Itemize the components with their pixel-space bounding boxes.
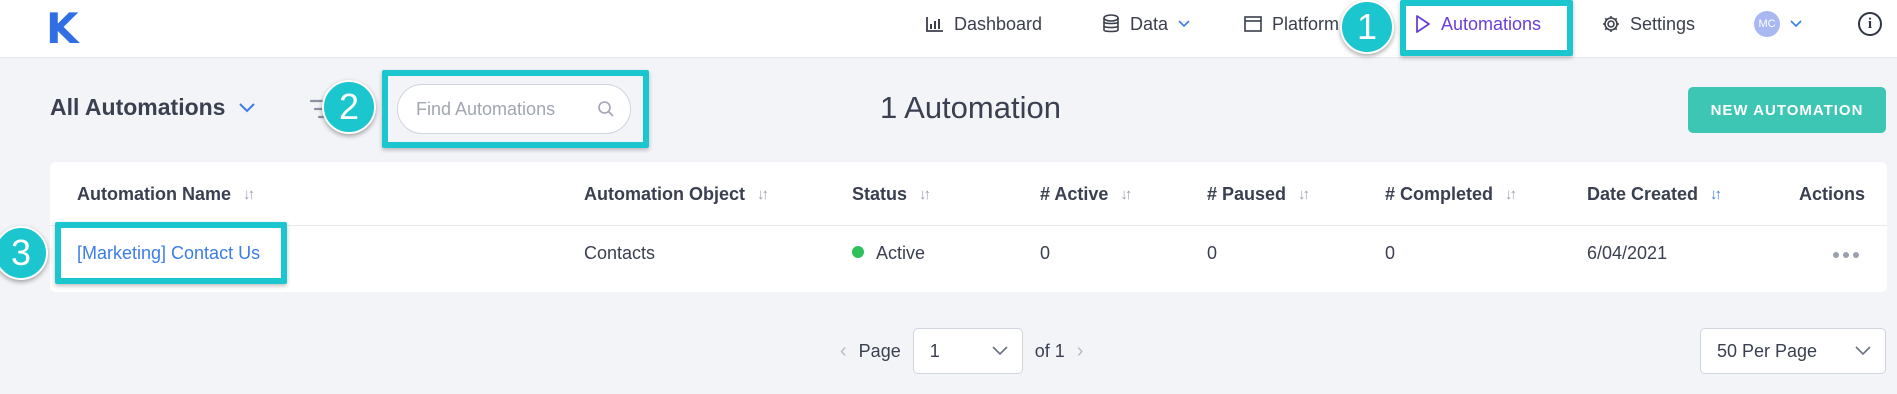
cell-active-count: 0 (1040, 243, 1051, 263)
app-logo[interactable]: K (46, 4, 79, 53)
chevron-left-icon[interactable]: ‹ (840, 340, 847, 363)
nav-item-data[interactable]: Data (1102, 12, 1190, 36)
highlight-box-automations (1400, 0, 1573, 56)
annotation-badge-3: 3 (0, 226, 48, 280)
chevron-down-icon (1178, 20, 1190, 28)
view-selector-label: All Automations (50, 94, 226, 120)
window-icon (1244, 16, 1262, 32)
highlight-box-automation-name (55, 222, 287, 284)
database-icon (1103, 14, 1119, 33)
chevron-down-icon (992, 346, 1008, 356)
cell-completed-count: 0 (1385, 243, 1396, 263)
nav-label-dashboard: Dashboard (954, 13, 1043, 34)
nav-label-platform: Platform (1272, 13, 1340, 34)
user-menu[interactable]: MC (1754, 11, 1802, 37)
more-actions-icon[interactable] (1833, 252, 1859, 258)
sort-icon: ↓↑ (919, 186, 931, 203)
table-header-row: Automation Name ↓↑ Automation Object ↓↑ St… (50, 162, 1887, 226)
sort-icon: ↓↑ (243, 186, 255, 203)
automations-table: Automation Name ↓↑ Automation Object ↓↑ St… (50, 162, 1887, 292)
gear-icon (1603, 16, 1619, 32)
per-page-value: 50 Per Page (1717, 340, 1818, 361)
pagination: ‹ Page 1 of 1 › (840, 328, 1083, 374)
highlight-box-search (382, 70, 649, 148)
automation-count-title: 1 Automation (880, 90, 1061, 125)
top-navigation-bar: K Dashboard Data Platform Automations Se… (0, 0, 1897, 58)
cell-automation-object: Contacts (584, 243, 656, 263)
chevron-down-icon (239, 102, 256, 112)
nav-item-dashboard[interactable]: Dashboard (926, 12, 1042, 36)
sort-icon: ↓↑ (1120, 186, 1132, 203)
page-total-label: of 1 (1034, 340, 1065, 361)
sort-active-icon: ↓↑ (1710, 186, 1722, 203)
column-header-status[interactable]: Status ↓↑ (852, 184, 931, 205)
bar-chart-icon (926, 17, 943, 32)
chevron-right-icon[interactable]: › (1077, 340, 1084, 363)
status-label: Active (876, 243, 926, 263)
view-selector[interactable]: All Automations (50, 94, 256, 121)
sort-icon: ↓↑ (1298, 186, 1310, 203)
column-header-completed[interactable]: # Completed ↓↑ (1385, 184, 1517, 205)
column-header-date-created[interactable]: Date Created ↓↑ (1587, 184, 1722, 205)
new-automation-button[interactable]: NEW AUTOMATION (1688, 87, 1886, 133)
nav-item-platform[interactable]: Platform (1244, 12, 1339, 36)
column-header-active[interactable]: # Active ↓↑ (1040, 184, 1132, 205)
annotation-badge-1: 1 (1340, 0, 1394, 54)
cell-paused-count: 0 (1207, 243, 1218, 263)
column-header-actions: Actions (1799, 184, 1866, 204)
status-dot-icon (852, 246, 864, 258)
nav-label-settings: Settings (1630, 13, 1696, 34)
sort-icon: ↓↑ (757, 186, 769, 203)
cell-date-created: 6/04/2021 (1587, 243, 1668, 263)
chevron-down-icon (1790, 20, 1802, 28)
sort-icon: ↓↑ (1505, 186, 1517, 203)
info-icon[interactable]: i (1858, 12, 1882, 36)
chevron-down-icon (1855, 346, 1871, 356)
nav-item-settings[interactable]: Settings (1602, 12, 1695, 36)
per-page-select[interactable]: 50 Per Page (1700, 328, 1886, 374)
page-select-value: 1 (929, 340, 940, 361)
column-header-automation-object[interactable]: Automation Object ↓↑ (584, 184, 769, 205)
page-label: Page (858, 340, 901, 361)
annotation-badge-2: 2 (322, 80, 376, 134)
avatar: MC (1754, 11, 1780, 37)
cell-status: Active (852, 243, 925, 264)
column-header-paused[interactable]: # Paused ↓↑ (1207, 184, 1310, 205)
column-header-automation-name[interactable]: Automation Name ↓↑ (77, 184, 255, 205)
nav-label-data: Data (1130, 13, 1169, 34)
page-select[interactable]: 1 (912, 328, 1023, 374)
